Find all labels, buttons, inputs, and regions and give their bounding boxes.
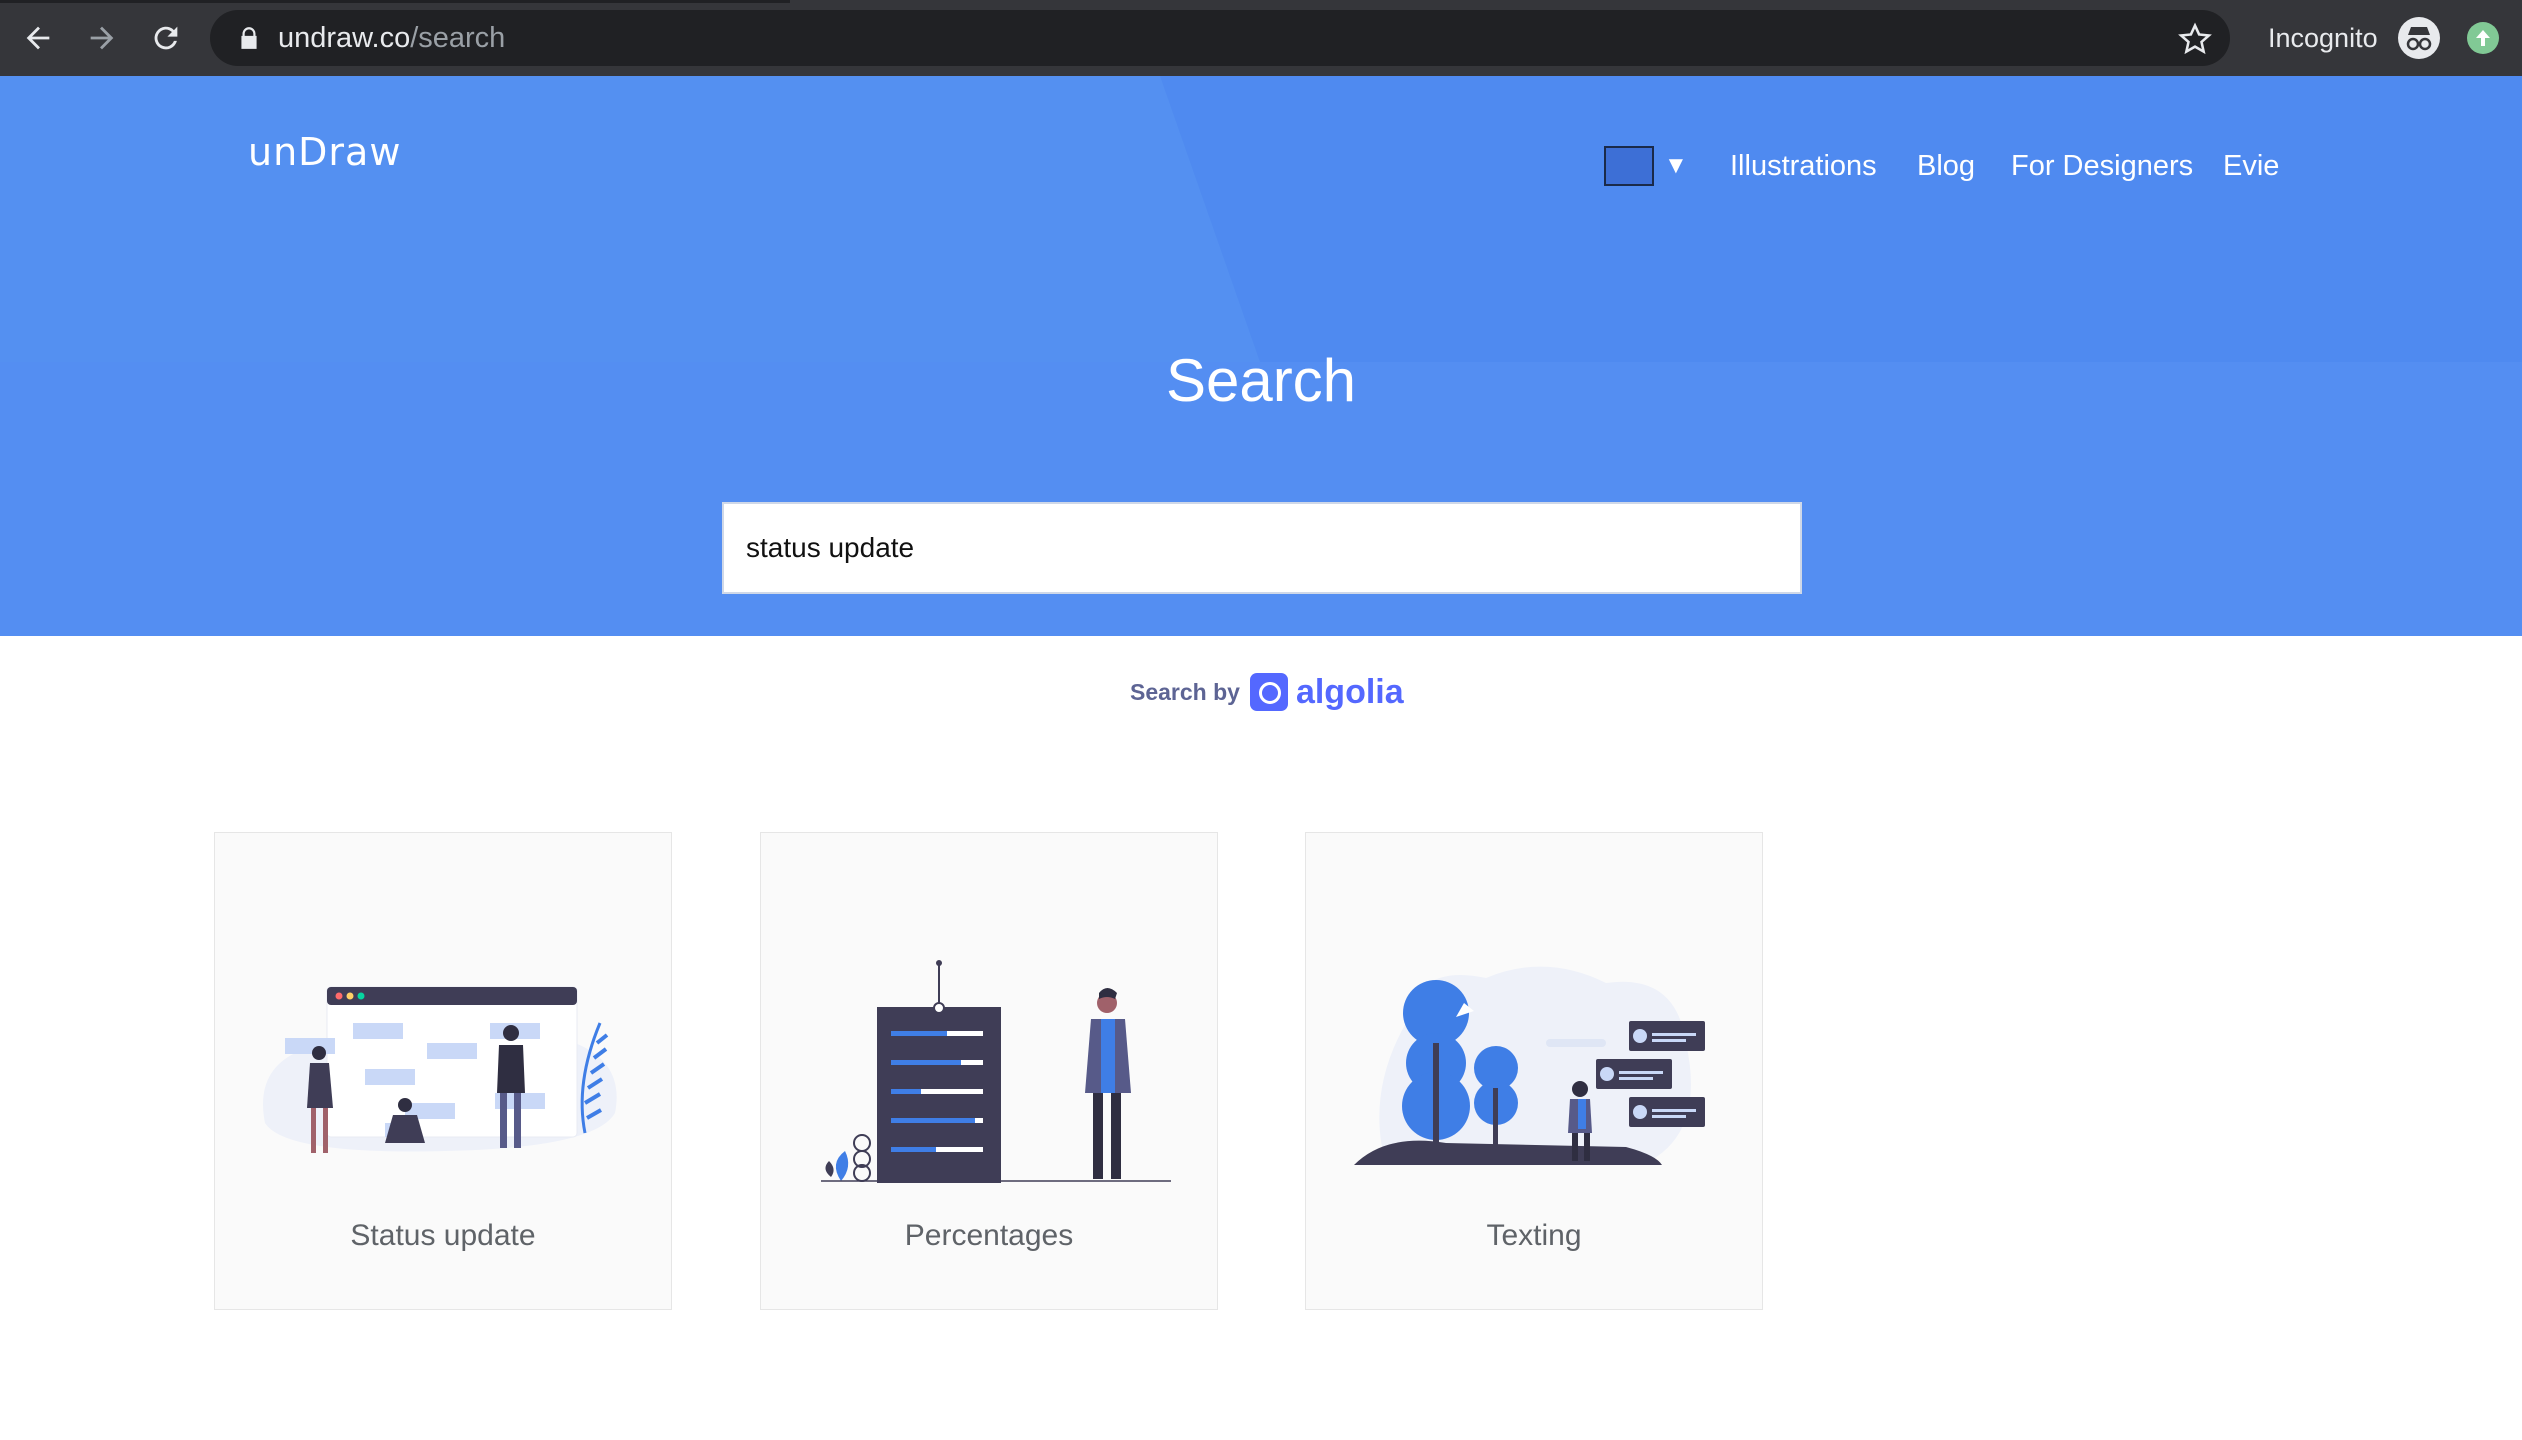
hero-bg-shape [1160, 76, 2522, 362]
search-input[interactable] [724, 504, 1800, 592]
nav-evie[interactable]: Evie [2223, 142, 2279, 190]
lock-icon [241, 27, 257, 49]
texting-illustration-icon [1354, 966, 1705, 1165]
browser-toolbar: undraw.co/search Incognito [0, 0, 2522, 76]
algolia-logo: algolia [1295, 672, 1404, 711]
nav-illustrations[interactable]: Illustrations [1730, 142, 1877, 190]
address-bar[interactable]: undraw.co/search [210, 10, 2230, 66]
reload-button[interactable] [142, 14, 190, 62]
status-update-illustration-icon [263, 986, 617, 1153]
result-title: Percentages [904, 1219, 1074, 1252]
hero-section: unDraw ▼ Illustrations Blog For Designer… [0, 76, 2522, 636]
url-text: undraw.co/search [278, 10, 505, 66]
nav-blog[interactable]: Blog [1917, 142, 1975, 190]
tab-strip-edge [0, 0, 790, 3]
algolia-icon [1249, 673, 1288, 711]
incognito-label: Incognito [2268, 23, 2378, 53]
search-by-algolia[interactable]: Search by algolia [1130, 672, 1404, 712]
incognito-icon[interactable] [2398, 17, 2440, 59]
site-logo[interactable]: unDraw [248, 130, 401, 174]
result-card[interactable]: Status update [214, 832, 672, 1310]
result-title: Texting [1486, 1219, 1582, 1252]
arrow-right-icon [90, 26, 114, 50]
hero-bg-shape [0, 76, 1260, 362]
accent-color-picker[interactable] [1604, 146, 1654, 186]
update-icon[interactable] [2467, 22, 2499, 54]
caret-down-icon[interactable]: ▼ [1664, 146, 1688, 186]
result-card[interactable]: Texting [1305, 832, 1763, 1310]
result-title: Status update [350, 1219, 536, 1252]
arrow-left-icon [26, 26, 50, 50]
search-by-label: Search by [1130, 678, 1240, 705]
search-box [722, 502, 1802, 594]
reload-icon [154, 26, 178, 50]
nav-for-designers[interactable]: For Designers [2011, 142, 2193, 190]
result-card[interactable]: Percentages [760, 832, 1218, 1310]
back-button[interactable] [14, 14, 62, 62]
url-path: /search [410, 22, 506, 54]
page-title: Search [1165, 347, 1357, 414]
star-icon[interactable] [2178, 22, 2212, 56]
percentages-illustration-icon [821, 960, 1171, 1183]
url-host: undraw.co [278, 22, 411, 54]
forward-button[interactable] [78, 14, 126, 62]
